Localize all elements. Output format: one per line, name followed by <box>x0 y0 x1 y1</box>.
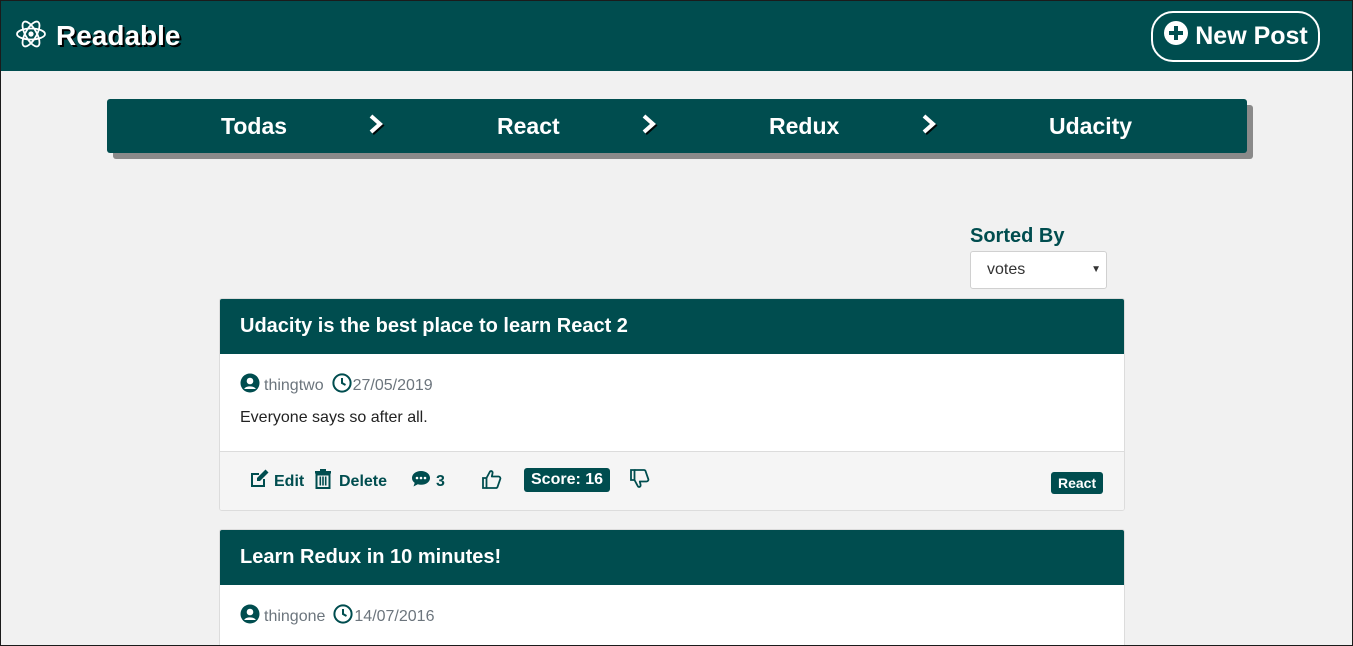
category-link-react[interactable]: React <box>497 99 560 153</box>
edit-icon <box>248 468 274 495</box>
category-link-redux[interactable]: Redux <box>769 99 839 153</box>
post-date: 27/05/2019 <box>352 376 433 394</box>
app-title: Readable <box>56 20 181 51</box>
plus-circle-icon <box>1163 20 1189 53</box>
comments-count[interactable]: 3 <box>410 452 445 510</box>
category-link-udacity[interactable]: Udacity <box>1049 99 1132 153</box>
score-badge: Score: 16 <box>524 468 611 492</box>
delete-label: Delete <box>339 472 388 490</box>
post-meta: thingone 14/07/2016 <box>240 604 434 629</box>
caret-down-icon: ▼ <box>1091 264 1101 275</box>
sort-selected-value: votes <box>987 261 1026 278</box>
post-actions: Edit Delete 3 Score: 16 React <box>220 451 1124 510</box>
clock-icon <box>333 604 353 629</box>
post-body: Everyone says so after all. <box>240 409 428 426</box>
brand[interactable]: Readable <box>15 18 181 54</box>
edit-button[interactable]: Edit <box>248 452 305 510</box>
edit-label: Edit <box>274 472 305 490</box>
post-title[interactable]: Udacity is the best place to learn React… <box>220 299 1124 354</box>
category-link-todas[interactable]: Todas <box>221 99 287 153</box>
trash-icon <box>313 468 339 495</box>
comments-count-value: 3 <box>436 472 445 490</box>
thumbs-up-icon <box>481 468 507 495</box>
thumbs-down-icon <box>629 468 655 495</box>
category-tag[interactable]: React <box>1051 472 1104 494</box>
new-post-button[interactable]: New Post <box>1151 11 1320 62</box>
chevron-right-icon <box>640 113 658 135</box>
category-nav: Todas React Redux Udacity <box>107 99 1247 153</box>
post-card: Learn Redux in 10 minutes! thingone 14/0… <box>219 529 1125 645</box>
chevron-right-icon <box>367 113 385 135</box>
top-navbar: Readable New Post <box>1 1 1352 71</box>
post-card: Udacity is the best place to learn React… <box>219 298 1125 511</box>
sort-select[interactable]: votes ▼ <box>970 251 1107 289</box>
delete-button[interactable]: Delete <box>313 452 388 510</box>
chevron-right-icon <box>920 113 938 135</box>
react-atom-icon <box>15 18 47 55</box>
upvote-button[interactable] <box>481 452 507 510</box>
clock-icon <box>331 373 352 398</box>
user-circle-icon <box>240 604 260 629</box>
downvote-button[interactable] <box>629 452 655 510</box>
sort-label: Sorted By <box>970 225 1065 247</box>
post-meta: thingtwo 27/05/2019 <box>240 373 433 398</box>
post-title[interactable]: Learn Redux in 10 minutes! <box>220 530 1124 585</box>
new-post-label: New Post <box>1195 22 1308 50</box>
post-author: thingtwo <box>264 376 324 394</box>
post-author: thingone <box>264 607 326 625</box>
comments-icon <box>410 468 436 495</box>
user-circle-icon <box>240 373 260 398</box>
app-window: Readable New Post Todas React Redux Udac… <box>0 0 1353 646</box>
post-date: 14/07/2016 <box>354 607 435 625</box>
